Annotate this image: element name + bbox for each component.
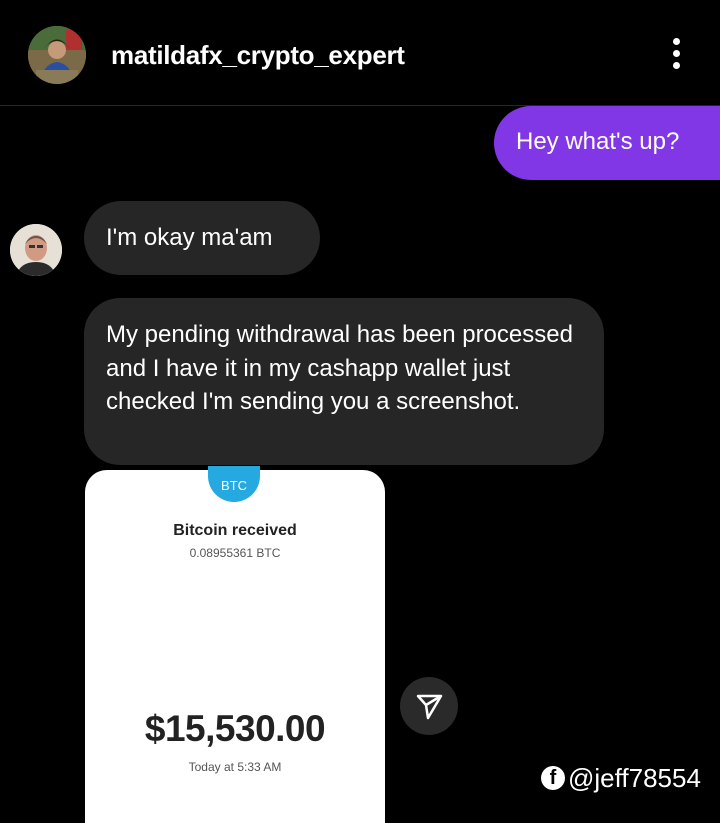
outgoing-message: Hey what's up? <box>494 106 720 180</box>
profile-photo-icon <box>28 26 86 84</box>
receipt-btc-amount: 0.08955361 BTC <box>189 546 281 560</box>
chat-username[interactable]: matildafx_crypto_expert <box>111 40 405 71</box>
receipt-time: Today at 5:33 AM <box>188 760 282 774</box>
watermark: f @jeff78554 <box>541 762 701 794</box>
more-vertical-icon[interactable] <box>664 38 688 74</box>
btc-badge: BTC <box>208 466 260 502</box>
watermark-handle: @jeff78554 <box>568 762 701 793</box>
receipt-title: Bitcoin received <box>173 522 297 539</box>
incoming-message: I'm okay ma'am <box>84 201 320 275</box>
chat-header: matildafx_crypto_expert <box>0 0 720 106</box>
facebook-icon: f <box>541 766 565 790</box>
receipt-usd-amount: $15,530.00 <box>144 708 326 749</box>
sender-avatar[interactable] <box>10 224 62 276</box>
profile-avatar[interactable] <box>28 26 86 84</box>
share-button[interactable] <box>400 677 458 735</box>
sender-photo-icon <box>10 224 62 276</box>
shared-screenshot[interactable]: BTC Bitcoin received 0.08955361 BTC $15,… <box>85 466 385 823</box>
send-icon <box>416 694 443 720</box>
incoming-message: My pending withdrawal has been processed… <box>84 298 604 465</box>
